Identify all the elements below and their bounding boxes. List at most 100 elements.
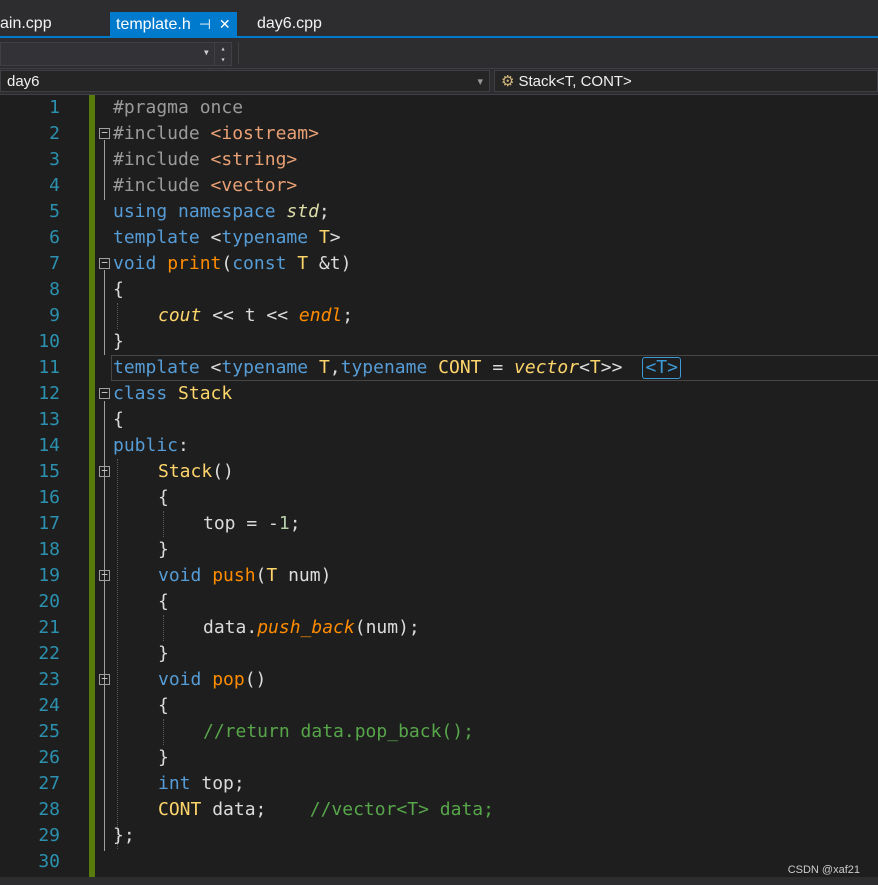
code-token: { bbox=[158, 591, 169, 612]
code-line[interactable]: 24 { bbox=[0, 693, 878, 719]
line-number: 12 bbox=[38, 383, 60, 404]
code-line[interactable]: 6 template <typename T> bbox=[0, 225, 878, 251]
code-line[interactable]: 2 − #include <iostream> bbox=[0, 121, 878, 147]
code-line[interactable]: 7 − void print(const T &t) bbox=[0, 251, 878, 277]
line-number: 4 bbox=[49, 175, 60, 196]
code-line[interactable]: 19 − void push(T num) bbox=[0, 563, 878, 589]
code-text: { bbox=[158, 589, 169, 615]
code-text: void push(T num) bbox=[158, 563, 331, 589]
code-line[interactable]: 30 bbox=[0, 849, 878, 875]
spin-down-icon[interactable]: ▾ bbox=[221, 55, 226, 64]
code-token: { bbox=[113, 409, 124, 430]
tab-main-cpp[interactable]: ain.cpp bbox=[0, 12, 52, 36]
project-name: day6 bbox=[7, 73, 40, 90]
collapse-icon[interactable]: − bbox=[99, 127, 110, 139]
code-line[interactable]: 14 public: bbox=[0, 433, 878, 459]
tab-label: ain.cpp bbox=[0, 15, 52, 32]
dropdown-arrow-icon: ▾ bbox=[477, 76, 483, 88]
code-text: #include <string> bbox=[113, 147, 297, 173]
code-line[interactable]: 10 } bbox=[0, 329, 878, 355]
code-token: template bbox=[113, 357, 211, 378]
collapse-icon[interactable]: − bbox=[99, 387, 110, 399]
toolbar-dropdown[interactable]: ▾ bbox=[0, 42, 215, 66]
pin-icon[interactable]: ⊣ bbox=[199, 12, 211, 36]
collapse-icon[interactable]: − bbox=[99, 569, 110, 581]
spin-up-icon[interactable]: ▴ bbox=[221, 44, 226, 53]
code-token: template bbox=[113, 227, 211, 248]
code-token: CONT bbox=[438, 357, 482, 378]
line-number: 28 bbox=[38, 799, 60, 820]
code-token: < bbox=[210, 227, 222, 248]
code-token: }; bbox=[113, 825, 135, 846]
code-line[interactable]: 3 #include <string> bbox=[0, 147, 878, 173]
code-text: class Stack bbox=[113, 381, 232, 407]
code-token: > bbox=[329, 227, 341, 248]
code-token: << t << bbox=[201, 305, 299, 326]
code-line[interactable]: 15 − Stack() bbox=[0, 459, 878, 485]
code-token: ( bbox=[255, 565, 267, 586]
watermark: CSDN @xaf21 bbox=[787, 864, 860, 876]
code-token: top bbox=[201, 773, 234, 794]
code-editor[interactable]: 1 #pragma once 2 − #include <iostream> 3… bbox=[0, 95, 878, 877]
line-number: 15 bbox=[38, 461, 60, 482]
line-number: 23 bbox=[38, 669, 60, 690]
code-text: { bbox=[113, 407, 124, 433]
line-number: 16 bbox=[38, 487, 60, 508]
line-number: 3 bbox=[49, 149, 60, 170]
code-text: void print(const T &t) bbox=[113, 251, 351, 277]
code-line[interactable]: 16 { bbox=[0, 485, 878, 511]
code-line[interactable]: 26 } bbox=[0, 745, 878, 771]
code-token: <string> bbox=[210, 149, 298, 170]
line-number: 2 bbox=[49, 123, 60, 144]
close-icon[interactable]: ✕ bbox=[219, 12, 231, 36]
code-line[interactable]: 1 #pragma once bbox=[0, 95, 878, 121]
code-line[interactable]: 23 − void pop() bbox=[0, 667, 878, 693]
code-line[interactable]: 20 { bbox=[0, 589, 878, 615]
code-token: ; bbox=[342, 305, 354, 326]
scope-dropdown[interactable]: ⚙ Stack<T, CONT> bbox=[494, 70, 878, 92]
code-line[interactable]: 13 { bbox=[0, 407, 878, 433]
code-token: Stack bbox=[178, 383, 233, 404]
code-line[interactable]: 21 data.push_back(num); bbox=[0, 615, 878, 641]
code-token: } bbox=[158, 539, 169, 560]
code-line[interactable]: 5 using namespace std; bbox=[0, 199, 878, 225]
code-text: int top; bbox=[158, 771, 245, 797]
code-token: ; bbox=[318, 201, 330, 222]
code-text: } bbox=[158, 641, 169, 667]
code-text: } bbox=[158, 537, 169, 563]
code-token: #include bbox=[113, 175, 211, 196]
code-line[interactable]: 22 } bbox=[0, 641, 878, 667]
project-dropdown[interactable]: day6 ▾ bbox=[0, 70, 490, 92]
tab-day6-cpp[interactable]: day6.cpp bbox=[257, 12, 322, 36]
code-token: &t) bbox=[308, 253, 352, 274]
code-line[interactable]: 29 }; bbox=[0, 823, 878, 849]
code-token: ; bbox=[289, 513, 301, 534]
code-line[interactable]: 18 } bbox=[0, 537, 878, 563]
status-bar bbox=[0, 877, 878, 885]
code-line[interactable]: 25 //return data.pop_back(); bbox=[0, 719, 878, 745]
code-line[interactable]: 9 cout << t << endl; bbox=[0, 303, 878, 329]
code-text: Stack() bbox=[158, 459, 234, 485]
code-token: cout bbox=[158, 305, 202, 326]
collapse-icon[interactable]: − bbox=[99, 257, 110, 269]
template-args-hint[interactable]: <T> bbox=[642, 357, 681, 379]
collapse-icon[interactable]: − bbox=[99, 465, 110, 477]
code-text: using namespace std; bbox=[113, 199, 330, 225]
code-text: CONT data; //vector<T> data; bbox=[158, 797, 494, 823]
code-line-current[interactable]: 11 template <typename T,typename CONT = … bbox=[0, 355, 878, 381]
code-line[interactable]: 28 CONT data; //vector<T> data; bbox=[0, 797, 878, 823]
code-text: { bbox=[113, 277, 124, 303]
code-line[interactable]: 4 #include <vector> bbox=[0, 173, 878, 199]
code-line[interactable]: 27 int top; bbox=[0, 771, 878, 797]
code-token: { bbox=[158, 487, 169, 508]
line-number: 29 bbox=[38, 825, 60, 846]
code-token: int bbox=[158, 773, 202, 794]
line-number: 10 bbox=[38, 331, 60, 352]
tab-template-h[interactable]: template.h ⊣ ✕ bbox=[110, 12, 237, 36]
code-token: push_back bbox=[257, 617, 355, 638]
collapse-icon[interactable]: − bbox=[99, 673, 110, 685]
code-line[interactable]: 17 top = -1; bbox=[0, 511, 878, 537]
spin-buttons[interactable]: ▴ ▾ bbox=[214, 42, 232, 66]
code-line[interactable]: 8 { bbox=[0, 277, 878, 303]
code-line[interactable]: 12 − class Stack bbox=[0, 381, 878, 407]
